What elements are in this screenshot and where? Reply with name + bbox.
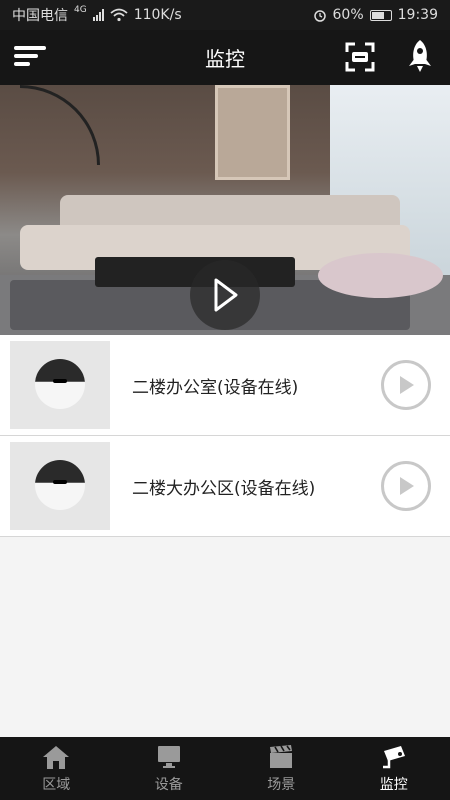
tab-area[interactable]: 区域: [0, 737, 113, 800]
status-bar: 中国电信 4G 110K/s 60% 19:39: [0, 0, 450, 30]
battery-percent: 60%: [332, 7, 364, 23]
page-title: 监控: [205, 47, 245, 71]
device-label: 二楼办公室(设备在线): [132, 378, 299, 398]
camera-icon: [382, 746, 405, 769]
signal-icon: [92, 9, 104, 21]
tab-label: 设备: [154, 777, 183, 793]
device-label: 二楼大办公区(设备在线): [132, 479, 316, 499]
list-item[interactable]: 二楼办公室(设备在线): [0, 335, 450, 436]
tab-bar: 区域 设备 场景 监控: [0, 737, 450, 800]
network-speed: 110K/s: [133, 7, 182, 23]
tab-label: 场景: [267, 777, 296, 793]
play-icon: [400, 376, 414, 394]
wall-picture: [215, 85, 290, 180]
camera-image: [35, 359, 85, 409]
play-button[interactable]: [190, 260, 260, 330]
menu-line: [14, 54, 38, 58]
play-button[interactable]: [381, 360, 431, 410]
carrier-label: 中国电信: [12, 8, 68, 24]
ottoman: [318, 253, 443, 298]
play-icon: [400, 477, 414, 495]
tab-devices[interactable]: 设备: [113, 737, 226, 800]
camera-thumbnail: [10, 341, 110, 429]
play-icon: [214, 278, 238, 312]
alarm-icon: [313, 10, 326, 22]
menu-button[interactable]: [14, 42, 48, 72]
scan-icon: [345, 42, 375, 72]
device-list: 二楼办公室(设备在线) 二楼大办公区(设备在线): [0, 335, 450, 537]
tab-scenes[interactable]: 场景: [225, 737, 338, 800]
rocket-button[interactable]: [404, 38, 436, 74]
tab-monitor[interactable]: 监控: [338, 737, 450, 800]
video-preview[interactable]: [0, 85, 450, 335]
rocket-icon: [409, 40, 431, 72]
camera-thumbnail: [10, 442, 110, 530]
floor-lamp: [20, 85, 100, 165]
wifi-icon: [110, 8, 128, 22]
play-button[interactable]: [381, 461, 431, 511]
battery-icon: [369, 9, 392, 21]
clock: 19:39: [397, 7, 438, 23]
list-item[interactable]: 二楼大办公区(设备在线): [0, 436, 450, 537]
menu-line: [14, 46, 46, 50]
clapper-icon: [270, 745, 293, 768]
home-icon: [43, 746, 70, 769]
camera-image: [35, 460, 85, 510]
network-type: 4G: [74, 5, 87, 15]
menu-line: [14, 62, 30, 66]
title-bar: 监控: [0, 30, 450, 85]
tab-label: 区域: [42, 777, 71, 793]
monitor-icon: [157, 746, 180, 768]
scan-button[interactable]: [344, 41, 376, 73]
tab-label: 监控: [379, 777, 408, 793]
